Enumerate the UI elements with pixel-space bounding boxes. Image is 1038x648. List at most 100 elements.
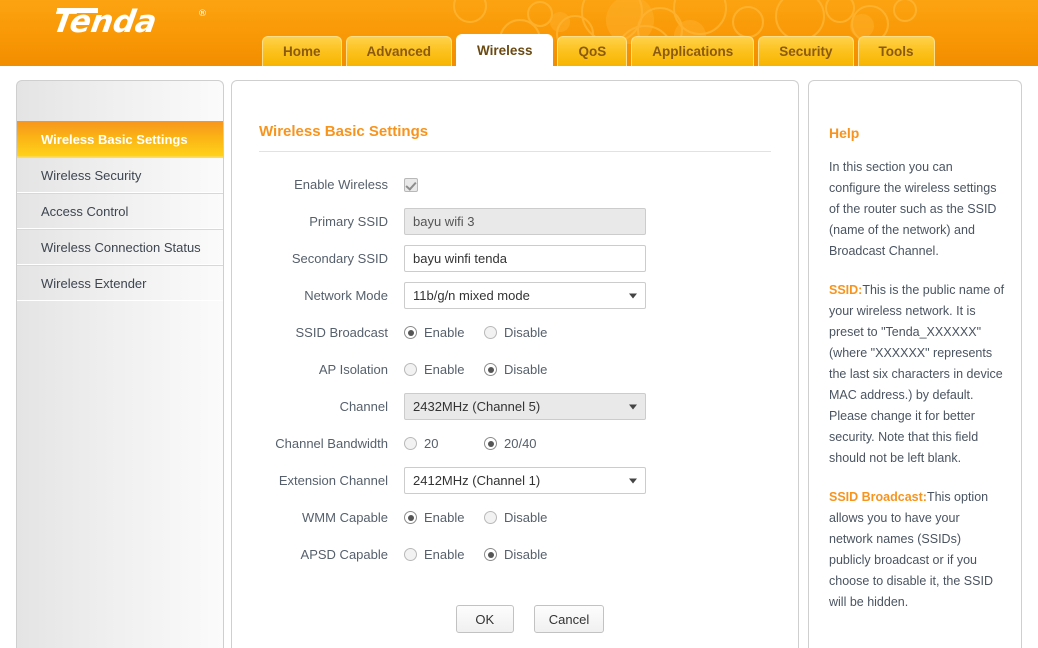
radio-dot-icon <box>404 437 417 450</box>
radio-label: Enable <box>424 547 465 562</box>
label-extension-channel: Extension Channel <box>278 473 388 488</box>
form-row-channel: Channel 2432MHz (Channel 5) <box>232 388 798 425</box>
ok-button[interactable]: OK <box>455 605 514 633</box>
enable-wireless-checkbox[interactable] <box>404 177 418 192</box>
form-row-ap-isolation: AP Isolation Enable Disable <box>232 351 798 388</box>
sidebar-item-wireless-connection-status[interactable]: Wireless Connection Status <box>17 229 223 265</box>
label-network-mode: Network Mode <box>304 288 388 303</box>
label-secondary-ssid: Secondary SSID <box>291 251 388 266</box>
sidebar-item-label: Wireless Basic Settings <box>41 131 188 147</box>
tab-wireless[interactable]: Wireless <box>456 34 554 66</box>
radio-dot-icon <box>404 548 417 561</box>
sidebar-item-wireless-extender[interactable]: Wireless Extender <box>17 265 223 301</box>
page-title: Wireless Basic Settings <box>259 123 429 140</box>
label-ssid-broadcast: SSID Broadcast <box>295 325 389 340</box>
ap-isolation-enable-radio[interactable]: Enable <box>404 362 484 377</box>
wireless-basic-settings-form: Enable Wireless Primary SSID Secondary S… <box>232 166 798 633</box>
tab-security[interactable]: Security <box>758 36 854 66</box>
radio-dot-icon <box>484 326 497 339</box>
sidebar: Wireless Basic Settings Wireless Securit… <box>16 80 224 648</box>
form-actions: OK Cancel <box>232 605 798 633</box>
wmm-capable-enable-radio[interactable]: Enable <box>404 510 484 525</box>
network-mode-value: 11b/g/n mixed mode <box>413 288 530 303</box>
radio-dot-icon <box>484 363 497 376</box>
tab-label: Applications <box>652 43 734 59</box>
radio-label: Disable <box>504 547 548 562</box>
svg-text:®: ® <box>198 9 207 19</box>
radio-label: 20/40 <box>504 436 537 451</box>
chevron-down-icon <box>629 293 637 298</box>
ssid-broadcast-enable-radio[interactable]: Enable <box>404 325 484 340</box>
chevron-down-icon <box>629 478 637 483</box>
sidebar-item-label: Wireless Connection Status <box>41 239 201 255</box>
radio-dot-icon <box>484 511 497 524</box>
help-paragraph-text: In this section you can configure the wi… <box>829 160 997 258</box>
tab-label: Security <box>779 43 833 59</box>
radio-label: Disable <box>504 325 548 340</box>
tab-applications[interactable]: Applications <box>631 36 755 66</box>
page-body: Wireless Basic Settings Wireless Securit… <box>0 66 1038 648</box>
cancel-button[interactable]: Cancel <box>533 605 605 633</box>
radio-dot-icon <box>484 437 497 450</box>
tab-advanced[interactable]: Advanced <box>345 36 453 66</box>
form-row-primary-ssid: Primary SSID <box>232 203 798 240</box>
ssid-broadcast-radio-group: Enable Disable <box>404 325 564 340</box>
form-row-ssid-broadcast: SSID Broadcast Enable Disable <box>232 314 798 351</box>
sidebar-item-label: Wireless Security <box>41 167 142 183</box>
wmm-capable-disable-radio[interactable]: Disable <box>484 510 564 525</box>
channel-bandwidth-radio-group: 20 20/40 <box>404 436 564 451</box>
radio-label: Disable <box>504 510 548 525</box>
label-enable-wireless: Enable Wireless <box>294 177 388 192</box>
label-ap-isolation: AP Isolation <box>318 362 388 377</box>
primary-ssid-input[interactable] <box>404 208 646 235</box>
sidebar-item-wireless-basic-settings[interactable]: Wireless Basic Settings <box>17 121 223 157</box>
tab-label: QoS <box>578 43 607 59</box>
wmm-capable-radio-group: Enable Disable <box>404 510 564 525</box>
main-content-panel: Wireless Basic Settings Enable Wireless … <box>231 80 799 648</box>
tenda-logo[interactable]: Tenda ® <box>56 3 226 43</box>
tab-tools[interactable]: Tools <box>857 36 935 66</box>
extension-channel-select[interactable]: 2412MHz (Channel 1) <box>404 467 646 494</box>
secondary-ssid-input[interactable] <box>404 245 646 272</box>
apsd-capable-enable-radio[interactable]: Enable <box>404 547 484 562</box>
ap-isolation-disable-radio[interactable]: Disable <box>484 362 564 377</box>
apsd-capable-disable-radio[interactable]: Disable <box>484 547 564 562</box>
form-row-apsd-capable: APSD Capable Enable Disable <box>232 536 798 573</box>
sidebar-item-access-control[interactable]: Access Control <box>17 193 223 229</box>
radio-dot-icon <box>404 326 417 339</box>
channel-bandwidth-20-radio[interactable]: 20 <box>404 436 484 451</box>
title-divider <box>259 151 771 152</box>
radio-dot-icon <box>404 511 417 524</box>
help-panel: Help In this section you can configure t… <box>808 80 1022 648</box>
sidebar-item-label: Wireless Extender <box>41 275 147 291</box>
tab-label: Wireless <box>477 42 533 58</box>
channel-value: 2432MHz (Channel 5) <box>413 399 541 414</box>
help-body: In this section you can configure the wi… <box>829 157 1005 613</box>
help-term-ssid-broadcast: SSID Broadcast: <box>829 490 927 504</box>
radio-dot-icon <box>404 363 417 376</box>
chevron-down-icon <box>629 404 637 409</box>
form-row-channel-bandwidth: Channel Bandwidth 20 20/40 <box>232 425 798 462</box>
form-row-extension-channel: Extension Channel 2412MHz (Channel 1) <box>232 462 798 499</box>
tab-label: Tools <box>878 43 914 59</box>
radio-label: Enable <box>424 362 465 377</box>
label-wmm-capable: WMM Capable <box>302 510 388 525</box>
tab-home[interactable]: Home <box>262 36 342 66</box>
ssid-broadcast-disable-radio[interactable]: Disable <box>484 325 564 340</box>
ap-isolation-radio-group: Enable Disable <box>404 362 564 377</box>
label-channel: Channel <box>339 399 388 414</box>
help-title: Help <box>829 125 860 141</box>
help-paragraph-text: This is the public name of your wireless… <box>829 283 1005 465</box>
channel-bandwidth-2040-radio[interactable]: 20/40 <box>484 436 564 451</box>
network-mode-select[interactable]: 11b/g/n mixed mode <box>404 282 646 309</box>
help-term-ssid: SSID: <box>829 283 863 297</box>
main-tabs[interactable]: Home Advanced Wireless QoS Applications … <box>262 34 935 66</box>
tab-qos[interactable]: QoS <box>557 36 628 66</box>
form-row-enable-wireless: Enable Wireless <box>232 166 798 203</box>
sidebar-header-spacer <box>17 81 223 121</box>
tab-label: Advanced <box>366 43 432 59</box>
radio-dot-icon <box>484 548 497 561</box>
channel-select[interactable]: 2432MHz (Channel 5) <box>404 393 646 420</box>
sidebar-item-wireless-security[interactable]: Wireless Security <box>17 157 223 193</box>
form-row-wmm-capable: WMM Capable Enable Disable <box>232 499 798 536</box>
